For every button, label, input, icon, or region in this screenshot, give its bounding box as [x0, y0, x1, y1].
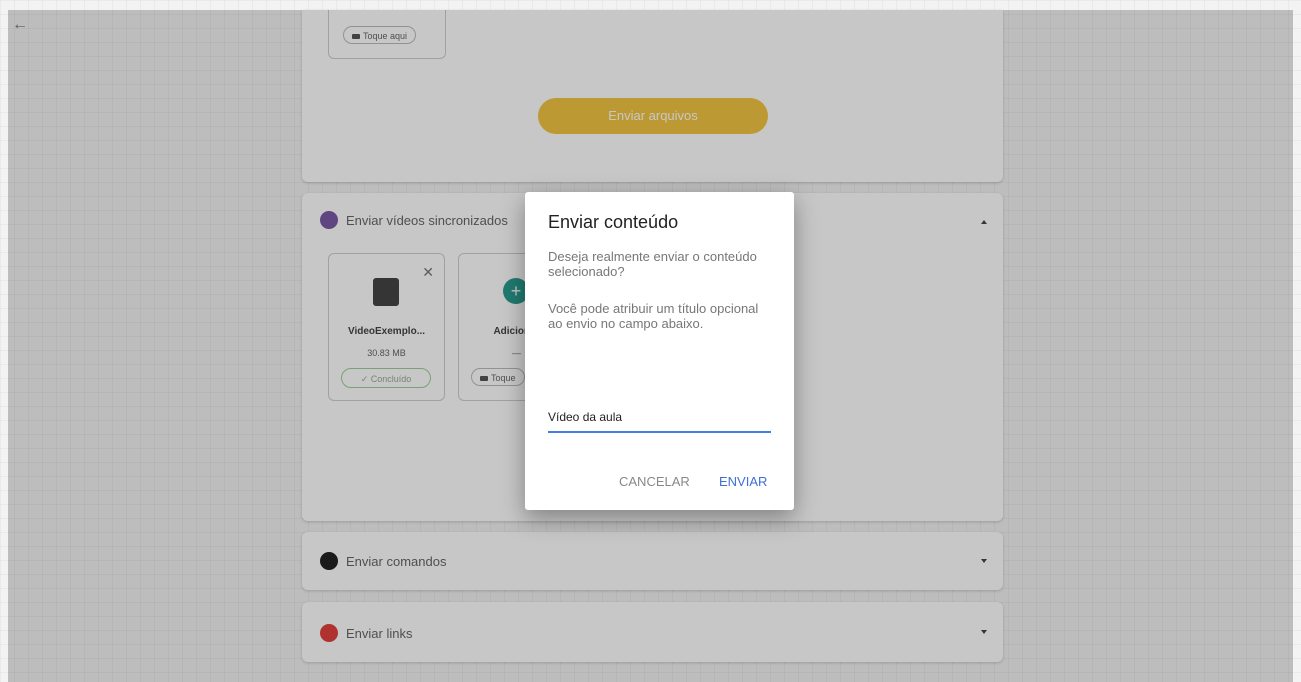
- send-content-dialog: Enviar conteúdo Deseja realmente enviar …: [525, 192, 794, 510]
- title-input[interactable]: [548, 403, 771, 433]
- dialog-hint: Você pode atribuir um título opcional ao…: [548, 301, 759, 331]
- dialog-message: Deseja realmente enviar o conteúdo selec…: [548, 249, 757, 279]
- dialog-title: Enviar conteúdo: [548, 212, 679, 232]
- send-button[interactable]: ENVIAR: [719, 474, 767, 489]
- cancel-button[interactable]: CANCELAR: [619, 474, 690, 489]
